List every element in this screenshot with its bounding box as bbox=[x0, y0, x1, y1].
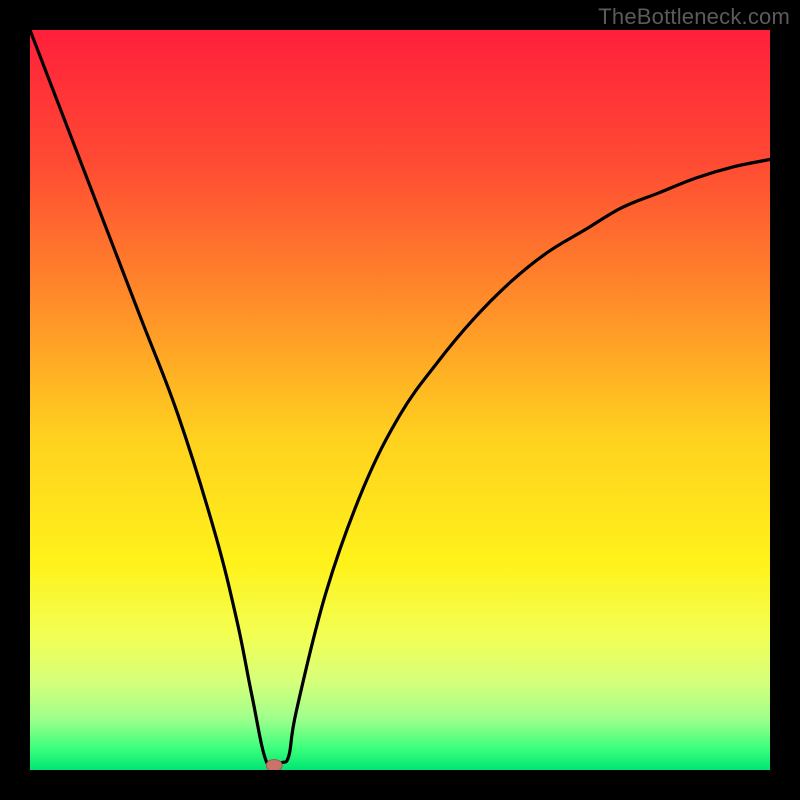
minimum-marker bbox=[266, 760, 282, 770]
plot-area bbox=[30, 30, 770, 770]
chart-frame: TheBottleneck.com bbox=[0, 0, 800, 800]
watermark-text: TheBottleneck.com bbox=[598, 4, 790, 30]
plot-background bbox=[30, 30, 770, 770]
chart-svg bbox=[30, 30, 770, 770]
